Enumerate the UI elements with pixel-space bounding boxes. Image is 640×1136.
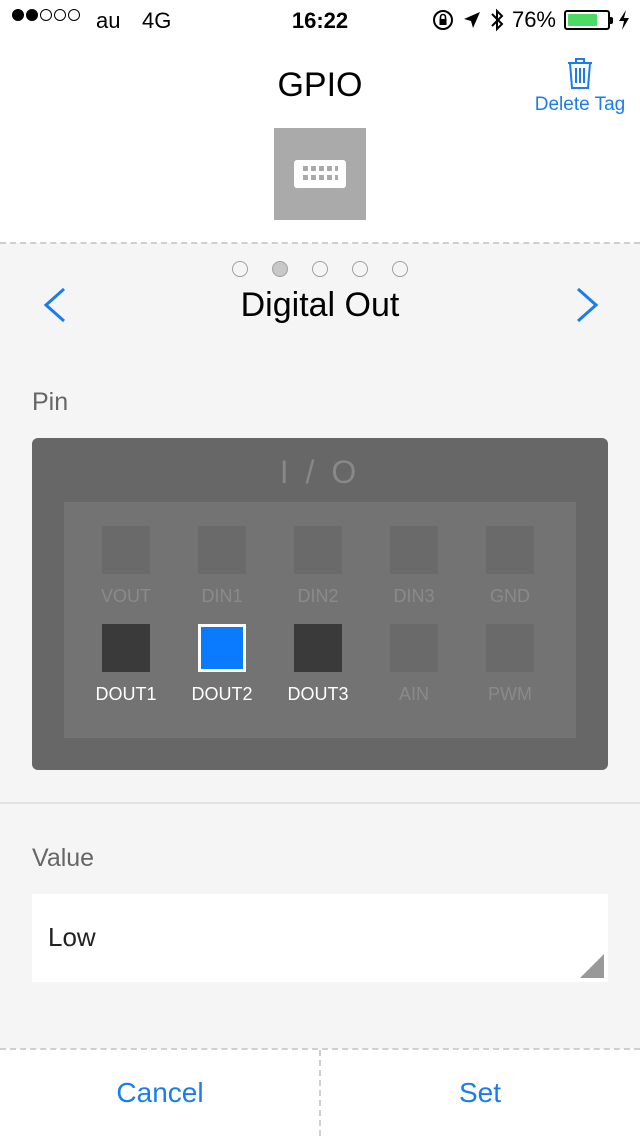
mode-title: Digital Out xyxy=(240,286,400,324)
tag-thumbnail xyxy=(274,128,366,220)
status-bar: au 4G 16:22 76% xyxy=(0,0,640,40)
charging-icon xyxy=(619,10,629,30)
value-section-label: Value xyxy=(32,844,95,872)
pin-dout3[interactable]: DOUT3 xyxy=(270,624,366,705)
delete-tag-button[interactable]: Delete Tag xyxy=(534,56,626,116)
cancel-button[interactable]: Cancel xyxy=(0,1050,320,1136)
pin-din3[interactable]: DIN3 xyxy=(366,526,462,607)
pin-dout1[interactable]: DOUT1 xyxy=(78,624,174,705)
top-divider xyxy=(0,242,640,244)
page-dot[interactable] xyxy=(232,261,248,277)
page-indicator xyxy=(0,261,640,277)
delete-tag-label: Delete Tag xyxy=(534,94,626,115)
location-icon xyxy=(463,12,480,28)
section-divider xyxy=(0,802,640,804)
pin-din1[interactable]: DIN1 xyxy=(174,526,270,607)
battery-icon xyxy=(564,10,613,30)
page-dot[interactable] xyxy=(392,261,408,277)
rotation-lock-icon xyxy=(432,10,453,30)
value-dropdown[interactable]: Low xyxy=(32,894,608,982)
set-button[interactable]: Set xyxy=(320,1050,640,1136)
pin-section-label: Pin xyxy=(32,388,69,416)
page-dot[interactable] xyxy=(272,261,288,277)
pin-ain[interactable]: AIN xyxy=(366,624,462,705)
keyboard-icon xyxy=(294,160,346,188)
dropdown-corner-icon xyxy=(580,954,604,978)
bluetooth-icon xyxy=(491,8,504,32)
battery-percent: 76% xyxy=(511,7,556,32)
pin-grid: VOUT DIN1 DIN2 DIN3 GND DOUT1 DOUT2 DOUT… xyxy=(64,502,576,738)
pin-pwm[interactable]: PWM xyxy=(462,624,558,705)
io-board-title: I / O xyxy=(279,454,361,490)
value-dropdown-selected: Low xyxy=(48,922,96,952)
pin-din2[interactable]: DIN2 xyxy=(270,526,366,607)
chevron-right-icon[interactable] xyxy=(566,285,606,325)
pin-gnd[interactable]: GND xyxy=(462,526,558,607)
trash-icon xyxy=(568,58,592,89)
pin-dout2[interactable]: DOUT2 xyxy=(174,624,270,705)
io-board: I / O VOUT DIN1 DIN2 DIN3 GND DOUT1 DOUT… xyxy=(32,438,608,770)
pin-vout[interactable]: VOUT xyxy=(78,526,174,607)
page-dot[interactable] xyxy=(312,261,328,277)
page-dot[interactable] xyxy=(352,261,368,277)
footer: Cancel Set xyxy=(0,1050,640,1136)
